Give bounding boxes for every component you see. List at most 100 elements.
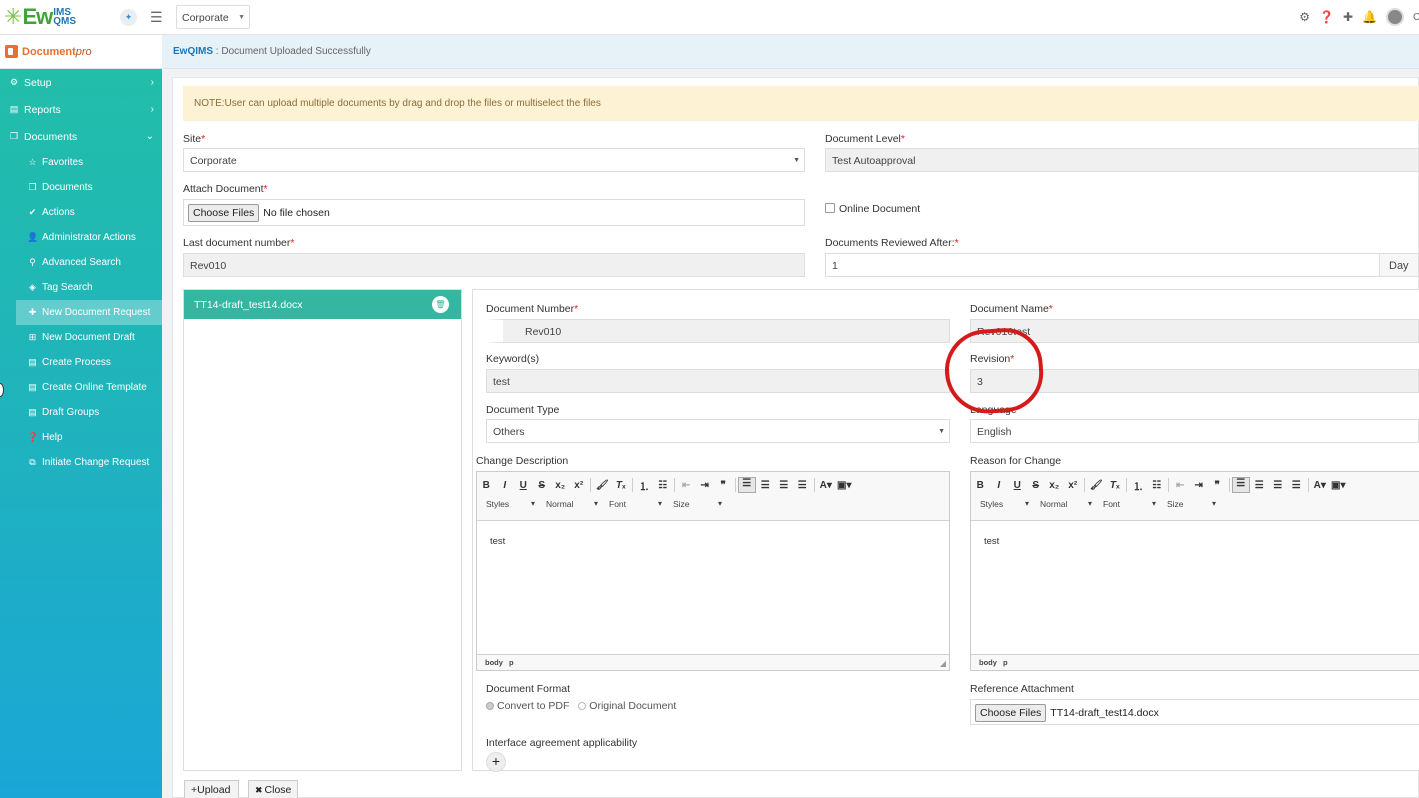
documentpro-logo[interactable]: Documentpro [0,35,162,69]
align-left-icon[interactable]: ☰ [737,477,756,493]
font-dropdown[interactable]: Font [1094,499,1158,509]
bell-icon[interactable]: 🔔 [1362,10,1377,24]
keywords-field[interactable]: test [486,369,950,393]
align-justify-icon[interactable]: ☰ [1287,480,1306,491]
align-left-icon[interactable]: ☰ [1231,477,1250,493]
sidebar-item-documents-list[interactable]: ❐ Documents [0,175,162,200]
sidebar-item-reports[interactable]: ▤ Reports › [0,96,162,123]
convert-to-pdf-radio[interactable] [486,702,494,710]
document-number-field[interactable]: Rev010 [486,319,950,343]
text-color-icon[interactable]: A▾ [817,480,836,491]
path-body[interactable]: body [979,658,997,667]
sidebar-item-new-document-request[interactable]: ✚ New Document Request [16,300,162,325]
close-button[interactable]: ✖ Close [248,780,298,798]
outdent-icon[interactable]: ⇤ [677,480,696,491]
background-color-icon[interactable]: ▣▾ [835,480,854,491]
sidebar-item-administrator-actions[interactable]: 👤 Administrator Actions [0,225,162,250]
text-color-icon[interactable]: A▾ [1311,480,1330,491]
original-document-radio[interactable] [578,702,587,710]
path-body[interactable]: body [485,658,503,667]
align-right-icon[interactable]: ☰ [775,480,794,491]
path-p[interactable]: p [1003,658,1008,667]
styles-dropdown[interactable]: Styles [971,499,1031,509]
resize-grip-icon[interactable]: ◢ [940,659,946,668]
sidebar-item-advanced-search[interactable]: ⚲ Advanced Search [0,250,162,275]
outdent-icon[interactable]: ⇤ [1171,480,1190,491]
sidebar-item-new-document-draft[interactable]: ⊞ New Document Draft [0,325,162,350]
strikethrough-icon[interactable]: S [1027,480,1046,491]
change-description-editor[interactable]: BIUSx₂x²🖌Tₓ⒈☷⇤⇥❞☰☰☰☰A▾▣▾ Styles Normal F… [476,471,950,671]
sidebar-item-initiate-change-request[interactable]: ⧉ Initiate Change Request [0,450,162,475]
italic-icon[interactable]: I [990,480,1009,491]
superscript-icon[interactable]: x² [1064,480,1083,491]
document-type-select[interactable]: Others ▼ [486,419,950,443]
trash-icon[interactable]: 🗑 [432,296,449,313]
sidebar-item-create-process[interactable]: ▤ Create Process [0,350,162,375]
sidebar-item-tag-search[interactable]: ◈ Tag Search [0,275,162,300]
blockquote-icon[interactable]: ❞ [1208,480,1227,491]
format-brush-icon[interactable]: 🖌 [593,480,612,491]
underline-icon[interactable]: U [1008,480,1027,491]
reviewed-after-unit[interactable]: Day [1379,253,1419,277]
align-right-icon[interactable]: ☰ [1269,480,1288,491]
plus-icon[interactable]: ✚ [1343,10,1353,24]
sidebar-item-help[interactable]: ❓ Help [0,425,162,450]
bulleted-list-icon[interactable]: ☷ [1148,480,1167,491]
clear-format-icon[interactable]: Tₓ [612,480,631,491]
size-dropdown[interactable]: Size [1158,499,1218,509]
avatar[interactable] [1386,8,1404,26]
reviewed-after-input[interactable]: 1 [825,253,1380,277]
clear-format-icon[interactable]: Tₓ [1106,480,1125,491]
strikethrough-icon[interactable]: S [533,480,552,491]
online-document-option[interactable]: Online Document [825,203,920,215]
format-brush-icon[interactable]: 🖌 [1087,480,1106,491]
document-name-field[interactable]: Rev010test [970,319,1419,343]
reference-choose-files-button[interactable]: Choose Files [975,704,1047,722]
indent-icon[interactable]: ⇥ [1190,480,1209,491]
path-p[interactable]: p [509,658,514,667]
choose-files-button[interactable]: Choose Files [188,204,260,222]
language-select[interactable]: English [970,419,1419,443]
reference-attachment-input[interactable]: Choose Files TT14-draft_test14.docx [970,699,1419,725]
bold-icon[interactable]: B [971,480,990,491]
sidebar-item-draft-groups[interactable]: ▤ Draft Groups [0,400,162,425]
reason-for-change-editor[interactable]: BIUSx₂x²🖌Tₓ⒈☷⇤⇥❞☰☰☰☰A▾▣▾ Styles Normal F… [970,471,1419,671]
ewqims-logo[interactable]: ✳ Ew IMS QMS [4,2,76,32]
format-dropdown[interactable]: Normal [1031,499,1094,509]
format-dropdown[interactable]: Normal [537,499,600,509]
menu-toggle-icon[interactable]: ☰ [150,9,163,26]
numbered-list-icon[interactable]: ⒈ [1129,478,1148,493]
subscript-icon[interactable]: x₂ [1045,480,1064,491]
editor-content[interactable]: test [971,521,1419,547]
font-dropdown[interactable]: Font [600,499,664,509]
last-document-number-field[interactable]: Rev010 [183,253,805,277]
indent-icon[interactable]: ⇥ [696,480,715,491]
sidebar-item-setup[interactable]: ⚙ Setup › [0,69,162,96]
site-select[interactable]: Corporate ▼ [183,148,805,172]
upload-button[interactable]: +Upload [184,780,239,798]
pin-icon[interactable]: ✦ [120,9,137,26]
file-list-item[interactable]: TT14-draft_test14.docx 🗑 [184,290,461,319]
sidebar-item-actions[interactable]: ✔ Actions [0,200,162,225]
help-icon[interactable]: ❓ [1319,10,1334,24]
blockquote-icon[interactable]: ❞ [714,480,733,491]
numbered-list-icon[interactable]: ⒈ [635,478,654,493]
sidebar-item-documents[interactable]: ❐ Documents ⌄ [0,123,162,150]
add-interface-agreement-button[interactable]: + [486,752,506,772]
bold-icon[interactable]: B [477,480,496,491]
site-switcher-select[interactable]: Corporate ▼ [176,5,250,29]
sidebar-item-create-online-template[interactable]: ▤ Create Online Template [0,375,162,400]
user-name[interactable]: C [1413,12,1419,23]
gear-icon[interactable]: ⚙ [1299,10,1310,24]
size-dropdown[interactable]: Size [664,499,724,509]
attach-document-input[interactable]: Choose Files No file chosen [183,199,805,226]
editor-content[interactable]: test [477,521,949,547]
sidebar-item-favorites[interactable]: ☆ Favorites [0,150,162,175]
italic-icon[interactable]: I [496,480,515,491]
online-document-checkbox[interactable] [825,203,835,213]
align-center-icon[interactable]: ☰ [756,480,775,491]
bulleted-list-icon[interactable]: ☷ [654,480,673,491]
underline-icon[interactable]: U [514,480,533,491]
align-justify-icon[interactable]: ☰ [793,480,812,491]
document-level-field[interactable]: Test Autoapproval [825,148,1419,172]
